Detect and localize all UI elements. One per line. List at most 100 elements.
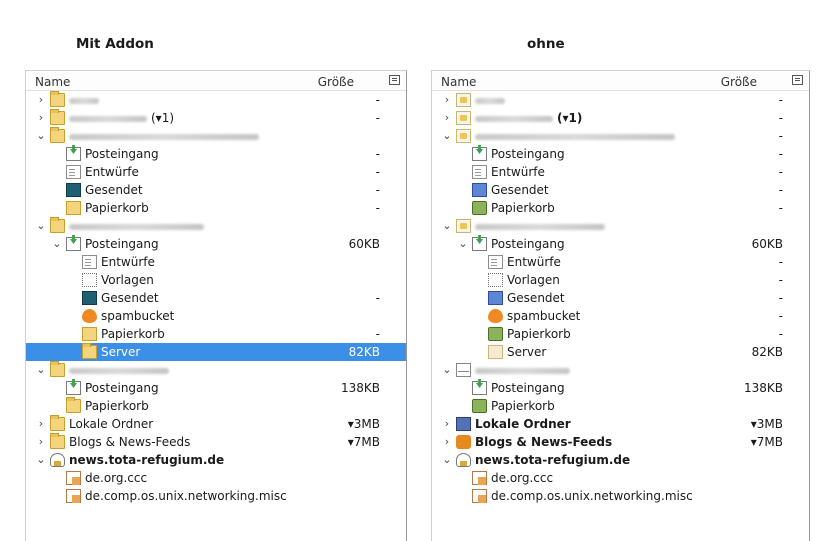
- collapse-twisty-icon[interactable]: ⌄: [441, 361, 453, 379]
- trash-icon: [82, 327, 97, 341]
- folder-row[interactable]: › -: [26, 91, 406, 109]
- collapse-twisty-icon[interactable]: ⌄: [441, 127, 453, 145]
- folder-row[interactable]: Entwürfe -: [432, 253, 809, 271]
- folder-row[interactable]: Posteingang -: [26, 145, 406, 163]
- folder-row[interactable]: Posteingang -: [432, 145, 809, 163]
- collapse-twisty-icon[interactable]: ⌄: [457, 235, 469, 253]
- trash-icon: [472, 201, 487, 215]
- folder-label-text: Posteingang: [85, 381, 159, 395]
- collapse-twisty-icon[interactable]: ⌄: [35, 361, 47, 379]
- folder-row[interactable]: Gesendet -: [26, 181, 406, 199]
- folder-icon: [66, 397, 81, 413]
- folder-label-text: spambucket: [101, 309, 175, 323]
- folder-label-text: Entwürfe: [507, 255, 561, 269]
- folder-row[interactable]: › Lokale Ordner ▾3MB: [26, 415, 406, 433]
- expand-twisty-icon[interactable]: ›: [441, 415, 453, 433]
- folder-label-text: news.tota-refugium.de: [475, 453, 631, 467]
- folder-row[interactable]: de.org.ccc: [432, 469, 809, 487]
- folder-row[interactable]: ⌄ Posteingang 60KB: [432, 235, 809, 253]
- folder-size: -: [778, 201, 783, 215]
- expand-twisty-icon[interactable]: ›: [35, 91, 47, 109]
- expand-twisty-icon[interactable]: ›: [441, 109, 453, 127]
- column-name-header[interactable]: Name: [35, 75, 70, 89]
- folder-size: -: [375, 327, 380, 341]
- blank-area: [296, 506, 406, 540]
- folder-row[interactable]: Gesendet -: [432, 181, 809, 199]
- folder-size: 82KB: [348, 345, 380, 359]
- redacted-account-name: [475, 97, 505, 104]
- expand-twisty-icon[interactable]: ›: [35, 415, 47, 433]
- folder-row[interactable]: Papierkorb: [432, 397, 809, 415]
- folder-row[interactable]: ⌄: [432, 361, 809, 379]
- folder-row[interactable]: Vorlagen -: [432, 271, 809, 289]
- collapse-twisty-icon[interactable]: ⌄: [441, 217, 453, 235]
- folder-row[interactable]: Papierkorb: [26, 397, 406, 415]
- folder-label: Papierkorb: [507, 325, 571, 343]
- server-icon: [456, 93, 471, 107]
- folder-row[interactable]: › Blogs & News-Feeds ▾7MB: [432, 433, 809, 451]
- folder-row[interactable]: Gesendet -: [26, 289, 406, 307]
- folder-row[interactable]: Entwürfe -: [26, 163, 406, 181]
- collapse-twisty-icon[interactable]: ⌄: [51, 235, 63, 253]
- folder-row[interactable]: Gesendet -: [432, 289, 809, 307]
- folder-row[interactable]: ⌄ -: [432, 127, 809, 145]
- column-size-header[interactable]: Größe: [721, 75, 757, 89]
- folder-row[interactable]: ⌄ news.tota-refugium.de: [26, 451, 406, 469]
- folder-row[interactable]: ⌄: [432, 217, 809, 235]
- folder-row[interactable]: Entwürfe -: [432, 163, 809, 181]
- folder-row[interactable]: Papierkorb -: [26, 199, 406, 217]
- folder-row[interactable]: ⌄: [26, 127, 406, 145]
- folder-row[interactable]: › (▾1) -: [26, 109, 406, 127]
- collapse-twisty-icon[interactable]: ⌄: [441, 451, 453, 469]
- folder-row[interactable]: ⌄: [26, 217, 406, 235]
- folder-row[interactable]: Papierkorb -: [26, 325, 406, 343]
- news-server-icon: [50, 453, 65, 467]
- folder-size: -: [778, 255, 783, 269]
- folder-row[interactable]: Papierkorb -: [432, 199, 809, 217]
- folder-label-text: news.tota-refugium.de: [69, 453, 225, 467]
- folder-row[interactable]: spambucket -: [432, 307, 809, 325]
- folder-icon: [50, 91, 65, 107]
- folder-row[interactable]: Papierkorb -: [432, 325, 809, 343]
- expand-twisty-icon[interactable]: ›: [35, 109, 47, 127]
- folder-row[interactable]: Server 82KB: [432, 343, 809, 361]
- redacted-account-name: [475, 115, 553, 122]
- folder-row[interactable]: › Lokale Ordner ▾3MB: [432, 415, 809, 433]
- expand-twisty-icon[interactable]: ›: [35, 433, 47, 451]
- column-picker-icon[interactable]: [389, 75, 400, 85]
- folder-icon: [50, 217, 65, 233]
- folder-row[interactable]: Entwürfe: [26, 253, 406, 271]
- collapse-twisty-icon[interactable]: ⌄: [35, 127, 47, 145]
- folder-row[interactable]: Server 82KB: [26, 343, 406, 361]
- folder-row[interactable]: › -: [432, 91, 809, 109]
- column-name-header[interactable]: Name: [441, 75, 476, 89]
- expand-twisty-icon[interactable]: ›: [441, 433, 453, 451]
- collapse-twisty-icon[interactable]: ⌄: [35, 217, 47, 235]
- folder-row[interactable]: › Blogs & News-Feeds ▾7MB: [26, 433, 406, 451]
- inbox-icon: [66, 237, 81, 251]
- folder-size: -: [375, 201, 380, 215]
- folder-row[interactable]: de.comp.os.unix.networking.misc: [432, 487, 809, 505]
- folder-row[interactable]: ⌄: [26, 361, 406, 379]
- folder-row[interactable]: ⌄ news.tota-refugium.de: [432, 451, 809, 469]
- column-picker-icon[interactable]: [792, 75, 803, 85]
- folder-row[interactable]: Posteingang 138KB: [26, 379, 406, 397]
- folder-row[interactable]: de.org.ccc: [26, 469, 406, 487]
- column-size-header[interactable]: Größe: [318, 75, 354, 89]
- folder-row[interactable]: › (▾1) -: [432, 109, 809, 127]
- folder-row[interactable]: Posteingang 138KB: [432, 379, 809, 397]
- folder-row[interactable]: Vorlagen: [26, 271, 406, 289]
- expand-twisty-icon[interactable]: ›: [441, 91, 453, 109]
- folder-label: Papierkorb: [101, 325, 165, 343]
- redacted-account-name: [69, 115, 147, 122]
- collapse-twisty-icon[interactable]: ⌄: [35, 451, 47, 469]
- folder-row[interactable]: ⌄ Posteingang 60KB: [26, 235, 406, 253]
- folder-label-text: Blogs & News-Feeds: [69, 435, 191, 449]
- redacted-account-name: [475, 133, 675, 140]
- folder-row[interactable]: de.comp.os.unix.networking.misc: [26, 487, 406, 505]
- folder-row[interactable]: spambucket: [26, 307, 406, 325]
